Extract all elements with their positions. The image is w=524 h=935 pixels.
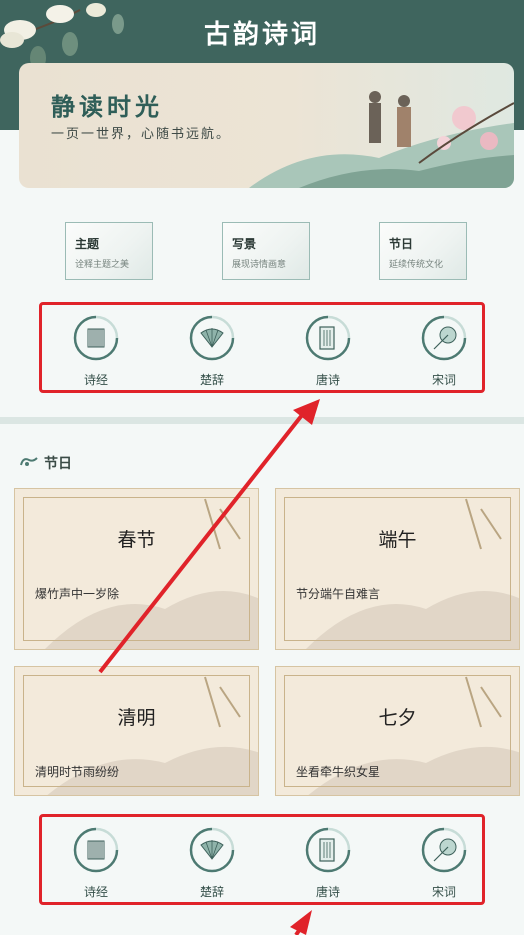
nav-item-chuci[interactable]: 楚辞 bbox=[182, 827, 242, 902]
category-title: 主题 bbox=[75, 237, 100, 251]
annotation-arrow-line bbox=[294, 918, 308, 935]
nav-label: 唐诗 bbox=[315, 373, 340, 387]
fan-icon bbox=[189, 315, 235, 361]
category-title: 写景 bbox=[232, 237, 257, 251]
festival-poem: 节分端午自难言 bbox=[296, 587, 381, 601]
scroll-icon bbox=[305, 315, 351, 361]
umbrella-icon bbox=[421, 827, 467, 873]
cloud-swirl-icon bbox=[20, 457, 38, 466]
category-subtitle: 延续传统文化 bbox=[389, 260, 444, 270]
collection-nav-top: 诗经 楚辞 唐诗 宋词 bbox=[39, 302, 485, 393]
nav-label: 诗经 bbox=[83, 885, 108, 899]
festival-poem: 坐看牵牛织女星 bbox=[296, 765, 381, 779]
nav-label: 诗经 bbox=[83, 373, 108, 387]
festival-name: 七夕 bbox=[378, 707, 417, 729]
festival-poem: 清明时节雨纷纷 bbox=[35, 765, 120, 779]
banner-subtitle: 一页一世界，心随书远航。 bbox=[51, 127, 232, 142]
section-title: 节日 bbox=[44, 456, 72, 472]
annotation-arrow-head bbox=[290, 910, 312, 935]
festival-card-qingming[interactable]: 清明 清明时节雨纷纷 bbox=[14, 666, 259, 796]
festival-name: 清明 bbox=[117, 707, 156, 729]
scroll-icon bbox=[305, 827, 351, 873]
nav-label: 宋词 bbox=[431, 373, 456, 387]
hero-banner[interactable]: 静读时光 一页一世界，心随书远航。 bbox=[19, 63, 514, 188]
collection-nav-bottom: 诗经 楚辞 唐诗 宋词 bbox=[39, 814, 485, 905]
nav-item-shijing[interactable]: 诗经 bbox=[66, 827, 126, 902]
category-scenery[interactable]: 写景 展现诗情画意 bbox=[222, 222, 310, 280]
festival-card-qixi[interactable]: 七夕 坐看牵牛织女星 bbox=[275, 666, 520, 796]
nav-label: 楚辞 bbox=[199, 885, 224, 899]
category-subtitle: 展现诗情画意 bbox=[232, 260, 287, 270]
card-frame bbox=[284, 497, 511, 641]
festival-name: 春节 bbox=[117, 529, 156, 551]
nav-item-songci[interactable]: 宋词 bbox=[414, 827, 474, 902]
nav-item-shijing[interactable]: 诗经 bbox=[66, 315, 126, 390]
category-subtitle: 诠释主题之美 bbox=[75, 260, 130, 270]
nav-item-songci[interactable]: 宋词 bbox=[414, 315, 474, 390]
category-theme[interactable]: 主题 诠释主题之美 bbox=[65, 222, 153, 280]
bamboo-slips-icon bbox=[73, 315, 119, 361]
festival-name: 端午 bbox=[378, 529, 417, 551]
fan-icon bbox=[189, 827, 235, 873]
nav-item-tangshi[interactable]: 唐诗 bbox=[298, 315, 358, 390]
nav-item-tangshi[interactable]: 唐诗 bbox=[298, 827, 358, 902]
section-divider bbox=[0, 417, 524, 424]
nav-label: 唐诗 bbox=[315, 885, 340, 899]
nav-label: 宋词 bbox=[431, 885, 456, 899]
category-festival[interactable]: 节日 延续传统文化 bbox=[379, 222, 467, 280]
category-title: 节日 bbox=[389, 237, 414, 251]
festival-poem: 爆竹声中一岁除 bbox=[35, 587, 120, 601]
festival-card-chunjie[interactable]: 春节 爆竹声中一岁除 bbox=[14, 488, 259, 650]
app-title: 古韵诗词 bbox=[203, 20, 320, 50]
festival-card-duanwu[interactable]: 端午 节分端午自难言 bbox=[275, 488, 520, 650]
banner-title: 静读时光 bbox=[51, 92, 163, 121]
bamboo-slips-icon bbox=[73, 827, 119, 873]
umbrella-icon bbox=[421, 315, 467, 361]
nav-item-chuci[interactable]: 楚辞 bbox=[182, 315, 242, 390]
nav-label: 楚辞 bbox=[199, 373, 224, 387]
card-frame bbox=[23, 497, 250, 641]
